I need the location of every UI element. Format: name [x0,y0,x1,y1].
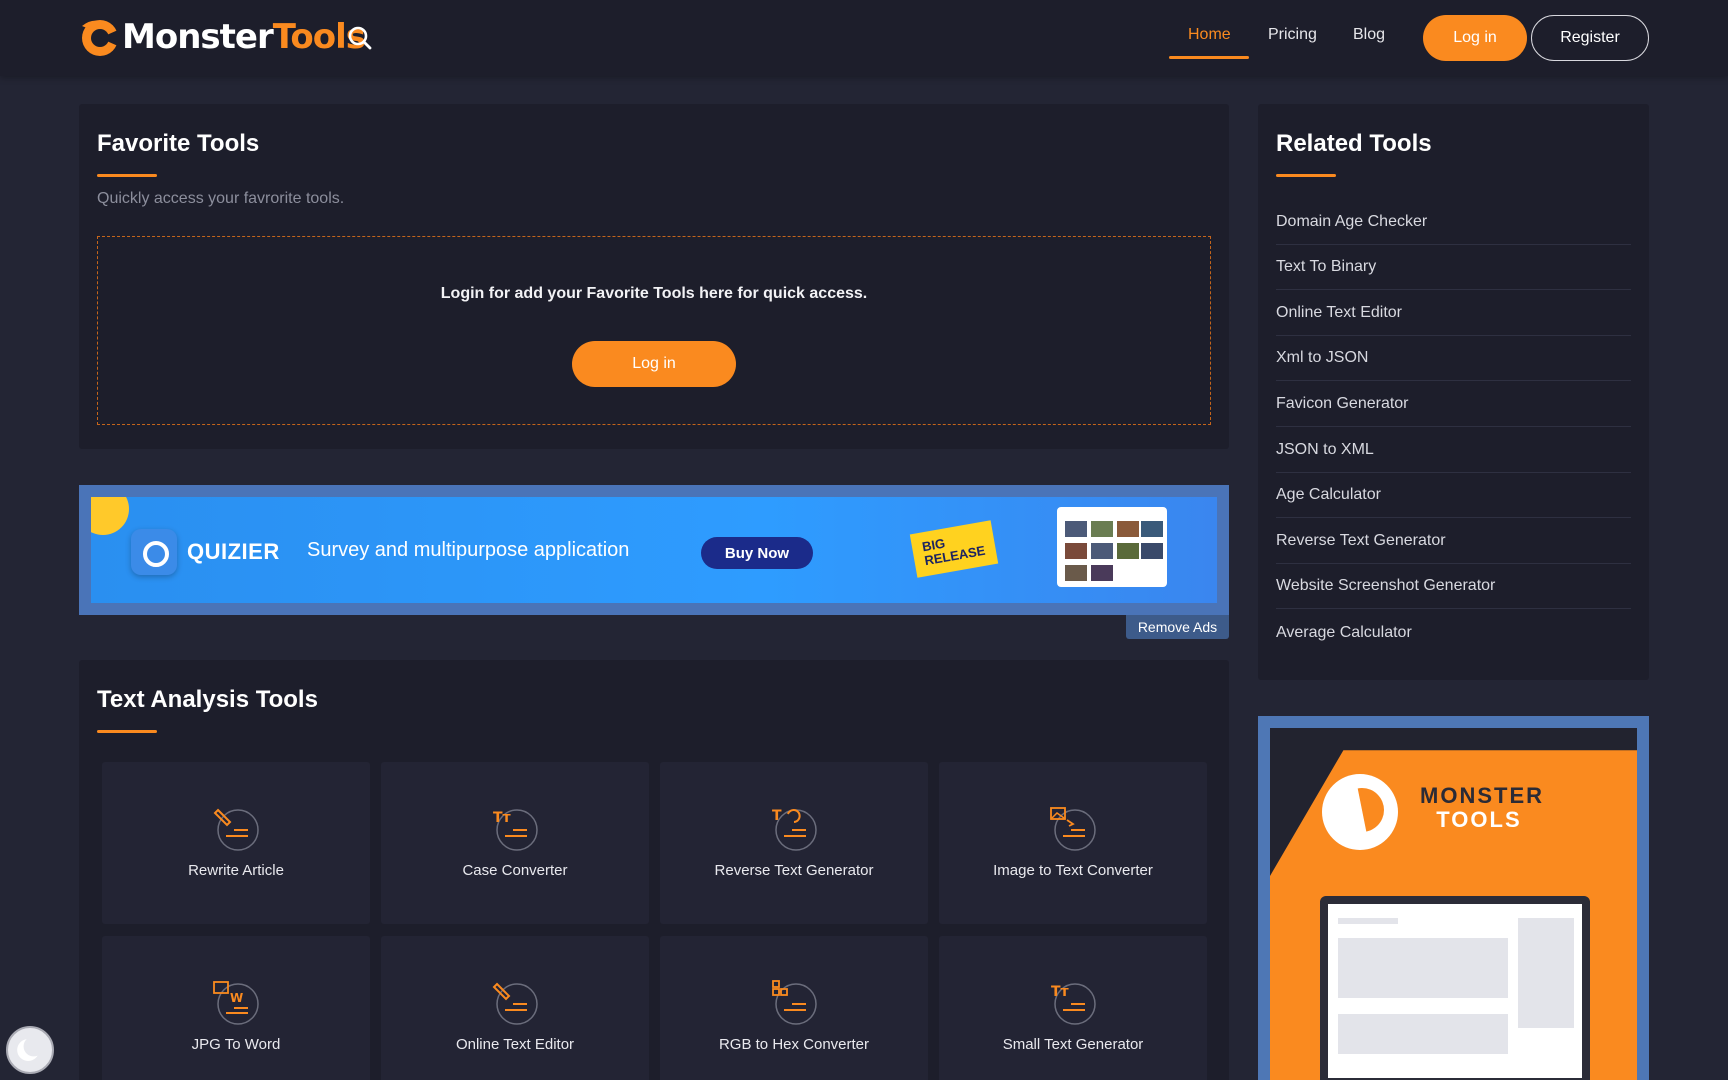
pencil-lines-icon [492,982,538,1025]
related-tool-link[interactable]: Online Text Editor [1276,291,1631,336]
svg-text:T: T [772,808,782,824]
pencil-lines-icon [213,808,259,851]
logo-text: MonsterTools [122,17,366,57]
ad-banner-image[interactable]: QUIZIER Survey and multipurpose applicat… [91,497,1217,603]
related-tool-link[interactable]: Xml to JSON [1276,336,1631,381]
tool-card-small-text-generator[interactable]: Tт Small Text Generator [939,936,1207,1080]
related-tool-link[interactable]: Domain Age Checker [1276,200,1631,245]
image-text-icon [1050,807,1096,851]
ad-brand: QUIZIER [187,539,280,564]
promo-title: MONSTER TOOLS [1420,783,1544,832]
svg-text:W: W [230,991,243,1005]
svg-text:Tт: Tт [1051,984,1070,1000]
tool-label: JPG To Word [191,1036,281,1053]
site-logo[interactable]: MonsterTools [78,14,366,60]
favorite-tools-message: Login for add your Favorite Tools here f… [440,285,868,302]
tool-label: RGB to Hex Converter [718,1036,870,1053]
tool-card-case-converter[interactable]: Tт Case Converter [381,762,649,924]
related-tool-link[interactable]: Text To Binary [1276,245,1631,290]
monster-tools-promo-banner[interactable]: MONSTER TOOLS [1258,716,1649,1080]
related-tools-panel: Related Tools Domain Age Checker Text To… [1258,104,1649,680]
tool-label: Reverse Text Generator [714,862,874,879]
laptop-mockup-icon [1320,896,1590,1080]
monster-logo-icon [82,20,118,56]
site-header: MonsterTools Home Pricing Blog Log in Re… [0,0,1728,76]
text-analysis-tools-panel: Text Analysis Tools Rewrite Article Tт C… [79,660,1229,1080]
tool-card-rgb-to-hex-converter[interactable]: RGB to Hex Converter [660,936,928,1080]
tool-label: Case Converter [462,862,568,879]
quizier-logo-icon [131,529,177,575]
text-case-icon: Tт [493,809,538,851]
tool-label: Online Text Editor [455,1036,575,1053]
ad-banner[interactable]: QUIZIER Survey and multipurpose applicat… [79,485,1229,615]
ad-screen-mockup-icon [1057,507,1167,587]
remove-ads-button[interactable]: Remove Ads [1126,615,1229,639]
svg-text:Tт: Tт [493,810,512,826]
related-tool-link[interactable]: Reverse Text Generator [1276,519,1631,564]
dark-mode-toggle[interactable] [6,1026,54,1074]
tool-label: Small Text Generator [1002,1036,1144,1053]
related-tool-link[interactable]: Age Calculator [1276,473,1631,518]
favorite-tools-empty-box: Login for add your Favorite Tools here f… [97,236,1211,425]
related-tool-link[interactable]: Favicon Generator [1276,382,1631,427]
tool-card-online-text-editor[interactable]: Online Text Editor [381,936,649,1080]
image-word-icon: W [213,981,259,1025]
related-tools-title: Related Tools [1276,130,1432,157]
title-underline [1276,174,1336,177]
tool-label: Image to Text Converter [993,862,1153,879]
related-tool-link[interactable]: Website Screenshot Generator [1276,564,1631,609]
header-login-button[interactable]: Log in [1423,15,1527,61]
text-tools-title: Text Analysis Tools [97,686,318,713]
monster-logo-icon [1322,774,1398,850]
sun-decoration-icon [91,497,129,535]
text-case-icon: Tт [1051,983,1096,1025]
favorite-tools-subtitle: Quickly access your favrorite tools. [97,190,345,207]
favorite-tools-panel: Favorite Tools Quickly access your favro… [79,104,1229,449]
search-icon[interactable] [346,24,374,52]
text-reverse-icon: T [772,808,817,851]
related-tool-link[interactable]: JSON to XML [1276,428,1631,473]
tool-card-jpg-to-word[interactable]: W JPG To Word [102,936,370,1080]
tool-label: Rewrite Article [188,862,284,879]
nav-pricing[interactable]: Pricing [1268,26,1317,44]
promo-image[interactable]: MONSTER TOOLS [1270,728,1637,1080]
related-tool-link[interactable]: Average Calculator [1276,610,1631,655]
favorite-tools-title: Favorite Tools [97,130,260,157]
title-underline [97,174,157,177]
title-underline [97,730,157,733]
tool-card-image-to-text-converter[interactable]: Image to Text Converter [939,762,1207,924]
nav-blog[interactable]: Blog [1353,26,1385,44]
ad-release-badge: BIG RELEASE [909,520,999,578]
ad-tagline: Survey and multipurpose application [307,539,630,561]
nav-active-indicator [1169,56,1249,59]
ad-buy-now-button[interactable]: Buy Now [701,537,813,569]
tool-card-reverse-text-generator[interactable]: T Reverse Text Generator [660,762,928,924]
moon-icon [17,1036,44,1061]
tool-card-rewrite-article[interactable]: Rewrite Article [102,762,370,924]
favorites-login-button[interactable]: Log in [572,341,736,387]
nav-home[interactable]: Home [1188,26,1231,44]
header-register-button[interactable]: Register [1531,15,1649,61]
color-blocks-icon [772,980,817,1025]
